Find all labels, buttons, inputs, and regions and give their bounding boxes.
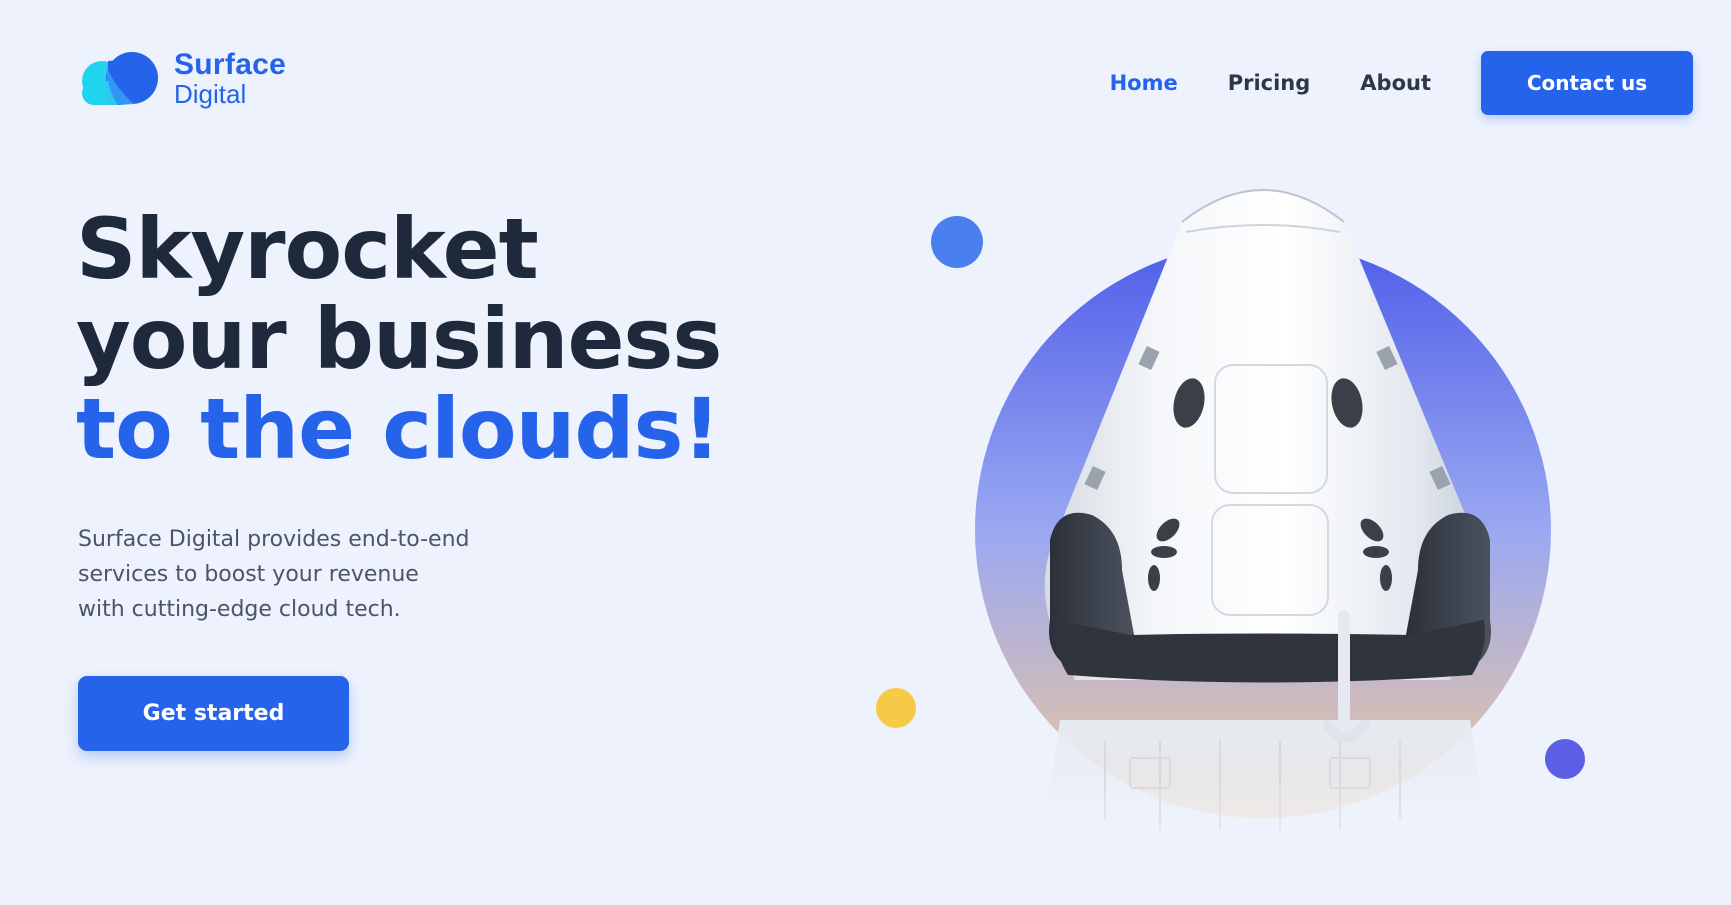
hero-description-line-2: services to boost your revenue xyxy=(78,562,419,587)
main-nav: Home Pricing About Contact us xyxy=(1110,51,1693,115)
cloud-logo-icon xyxy=(82,51,158,105)
brand-name-bottom: Digital xyxy=(174,79,247,109)
yellow-dot-decoration xyxy=(876,688,916,728)
blue-dot-decoration xyxy=(931,216,983,268)
purple-dot-decoration xyxy=(1545,739,1585,779)
contact-us-button[interactable]: Contact us xyxy=(1481,51,1693,115)
get-started-button[interactable]: Get started xyxy=(78,676,349,751)
rocket-capsule-icon xyxy=(876,189,1585,900)
hero-description-line-1: Surface Digital provides end-to-end xyxy=(78,527,470,552)
nav-link-home[interactable]: Home xyxy=(1110,71,1178,95)
hero-illustration xyxy=(860,180,1680,900)
hero-title-line-3: to the clouds! xyxy=(76,380,721,478)
hero-title-line-2: your business xyxy=(76,290,722,388)
brand-name-top: Surface xyxy=(174,48,287,81)
brand-name: Surface Digital xyxy=(174,48,287,109)
brand-logo[interactable]: Surface Digital xyxy=(78,50,286,107)
nav-link-about[interactable]: About xyxy=(1360,71,1431,95)
landing-page: Surface Digital Home Pricing About Conta… xyxy=(0,0,1731,905)
nav-link-pricing[interactable]: Pricing xyxy=(1228,71,1311,95)
hero-description-line-3: with cutting-edge cloud tech. xyxy=(78,597,401,622)
hero-title: Skyrocket your business to the clouds! xyxy=(76,200,722,478)
hero-description: Surface Digital provides end-to-end serv… xyxy=(78,522,518,627)
hero-title-line-1: Skyrocket xyxy=(76,200,539,298)
